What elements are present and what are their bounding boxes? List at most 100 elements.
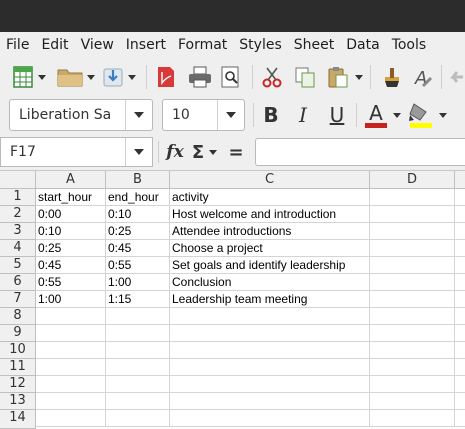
row-header[interactable]: 2 — [0, 206, 36, 223]
underline-button[interactable]: U — [324, 102, 350, 128]
chevron-down-icon[interactable] — [125, 100, 152, 130]
column-header-e[interactable] — [455, 171, 465, 189]
row-header[interactable]: 11 — [0, 359, 36, 376]
chevron-down-icon[interactable] — [217, 100, 244, 130]
menu-view[interactable]: View — [75, 37, 120, 53]
row-header[interactable]: 14 — [0, 410, 36, 429]
cell-d9[interactable] — [370, 325, 455, 342]
chevron-down-icon[interactable] — [127, 71, 137, 83]
name-box[interactable]: F17 — [0, 137, 153, 167]
cell-d13[interactable] — [370, 393, 455, 410]
cell-c9[interactable] — [170, 325, 370, 342]
row-header[interactable]: 6 — [0, 274, 36, 291]
column-header-b[interactable]: B — [106, 171, 170, 189]
cell-a9[interactable] — [36, 325, 106, 342]
chevron-down-icon[interactable] — [438, 109, 448, 121]
menu-insert[interactable]: Insert — [120, 37, 172, 53]
row-header[interactable]: 12 — [0, 376, 36, 393]
menu-file[interactable]: File — [0, 37, 35, 53]
cell-e10[interactable] — [455, 342, 465, 359]
cell-e4[interactable] — [455, 240, 465, 257]
cell-b9[interactable] — [106, 325, 170, 342]
cell-e5[interactable] — [455, 257, 465, 274]
font-size-box[interactable]: 10 — [162, 99, 245, 131]
font-name-box[interactable]: Liberation Sa — [9, 99, 153, 131]
cell-d7[interactable] — [370, 291, 455, 308]
cell-e3[interactable] — [455, 223, 465, 240]
cell-c8[interactable] — [170, 308, 370, 325]
cell-a3[interactable]: 0:10 — [36, 223, 106, 240]
menu-styles[interactable]: Styles — [233, 37, 287, 53]
cell-c14[interactable] — [170, 410, 370, 427]
cell-e14[interactable] — [455, 410, 465, 427]
cell-c3[interactable]: Attendee introductions — [170, 223, 370, 240]
cell-a2[interactable]: 0:00 — [36, 206, 106, 223]
row-header[interactable]: 4 — [0, 240, 36, 257]
cell-b13[interactable] — [106, 393, 170, 410]
cell-e11[interactable] — [455, 359, 465, 376]
cell-a13[interactable] — [36, 393, 106, 410]
cell-c12[interactable] — [170, 376, 370, 393]
chevron-down-icon[interactable] — [86, 71, 96, 83]
row-header[interactable]: 13 — [0, 393, 36, 410]
export-pdf-button[interactable] — [153, 64, 179, 90]
cell-a11[interactable] — [36, 359, 106, 376]
menu-data[interactable]: Data — [340, 37, 385, 53]
undo-button[interactable] — [447, 64, 465, 90]
italic-button[interactable]: I — [291, 102, 315, 128]
cell-b2[interactable]: 0:10 — [106, 206, 170, 223]
formula-input[interactable] — [255, 138, 465, 166]
cell-a14[interactable] — [36, 410, 106, 427]
cell-b5[interactable]: 0:55 — [106, 257, 170, 274]
column-header-a[interactable]: A — [36, 171, 106, 189]
row-header[interactable]: 7 — [0, 291, 36, 308]
cell-c1[interactable]: activity — [170, 189, 370, 206]
cell-d6[interactable] — [370, 274, 455, 291]
cell-a12[interactable] — [36, 376, 106, 393]
font-color-button[interactable]: A — [362, 100, 390, 130]
cell-c10[interactable] — [170, 342, 370, 359]
formula-button[interactable]: = — [226, 138, 246, 166]
save-button[interactable] — [100, 64, 126, 90]
cell-e9[interactable] — [455, 325, 465, 342]
clone-formatting-button[interactable] — [378, 64, 406, 90]
column-header-c[interactable]: C — [170, 171, 370, 189]
cell-a5[interactable]: 0:45 — [36, 257, 106, 274]
cell-e1[interactable] — [455, 189, 465, 206]
cell-c7[interactable]: Leadership team meeting — [170, 291, 370, 308]
cell-b1[interactable]: end_hour — [106, 189, 170, 206]
clear-formatting-button[interactable]: A — [410, 64, 436, 90]
cell-e6[interactable] — [455, 274, 465, 291]
cell-b3[interactable]: 0:25 — [106, 223, 170, 240]
cell-c4[interactable]: Choose a project — [170, 240, 370, 257]
new-spreadsheet-button[interactable] — [10, 64, 36, 90]
cell-d12[interactable] — [370, 376, 455, 393]
cell-a7[interactable]: 1:00 — [36, 291, 106, 308]
paste-button[interactable] — [324, 64, 352, 90]
cell-b11[interactable] — [106, 359, 170, 376]
cell-e13[interactable] — [455, 393, 465, 410]
cell-c6[interactable]: Conclusion — [170, 274, 370, 291]
cell-a8[interactable] — [36, 308, 106, 325]
menu-sheet[interactable]: Sheet — [288, 37, 340, 53]
row-header[interactable]: 3 — [0, 223, 36, 240]
row-header[interactable]: 5 — [0, 257, 36, 274]
row-header[interactable]: 8 — [0, 308, 36, 325]
row-header[interactable]: 9 — [0, 325, 36, 342]
open-button[interactable] — [55, 64, 85, 90]
cell-d11[interactable] — [370, 359, 455, 376]
row-header[interactable]: 10 — [0, 342, 36, 359]
menu-format[interactable]: Format — [172, 37, 233, 53]
chevron-down-icon[interactable] — [354, 71, 364, 83]
cell-b10[interactable] — [106, 342, 170, 359]
bold-button[interactable]: B — [259, 102, 283, 128]
cell-d10[interactable] — [370, 342, 455, 359]
cell-c5[interactable]: Set goals and identify leadership — [170, 257, 370, 274]
cell-a4[interactable]: 0:25 — [36, 240, 106, 257]
print-button[interactable] — [186, 64, 214, 90]
menu-tools[interactable]: Tools — [386, 37, 433, 53]
cell-b4[interactable]: 0:45 — [106, 240, 170, 257]
cell-d14[interactable] — [370, 410, 455, 427]
function-wizard-button[interactable]: fx — [164, 138, 186, 166]
cell-a1[interactable]: start_hour — [36, 189, 106, 206]
